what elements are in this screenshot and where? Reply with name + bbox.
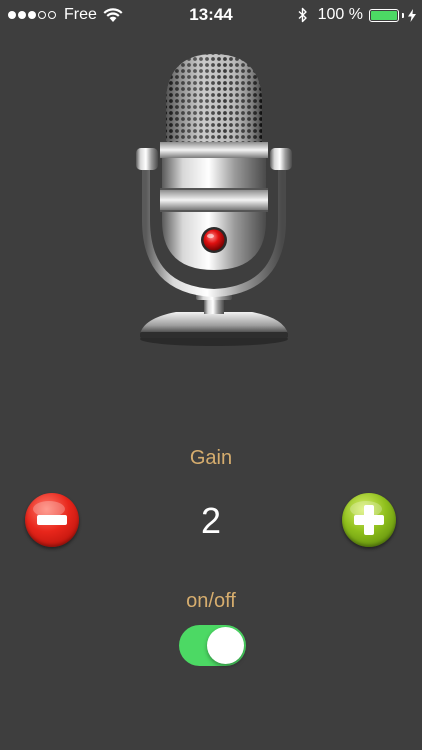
status-right: 100 % bbox=[298, 6, 416, 24]
battery-percent: 100 % bbox=[317, 6, 363, 23]
battery-tip bbox=[402, 12, 404, 18]
toggle-knob[interactable] bbox=[207, 627, 244, 664]
power-toggle[interactable] bbox=[179, 625, 246, 666]
bluetooth-icon bbox=[298, 7, 307, 23]
screen: Free 13:44 100 % Gain 2 on/off bbox=[0, 0, 422, 750]
plus-icon bbox=[350, 501, 384, 535]
battery-icon bbox=[369, 8, 399, 22]
status-bar: Free 13:44 100 % bbox=[0, 0, 422, 30]
charging-bolt-icon bbox=[408, 8, 416, 22]
microphone-icon[interactable] bbox=[126, 50, 300, 350]
gain-label: Gain bbox=[189, 447, 233, 469]
battery-level-fill bbox=[371, 10, 397, 20]
power-label: on/off bbox=[186, 590, 236, 612]
increase-gain-button[interactable] bbox=[342, 493, 396, 547]
